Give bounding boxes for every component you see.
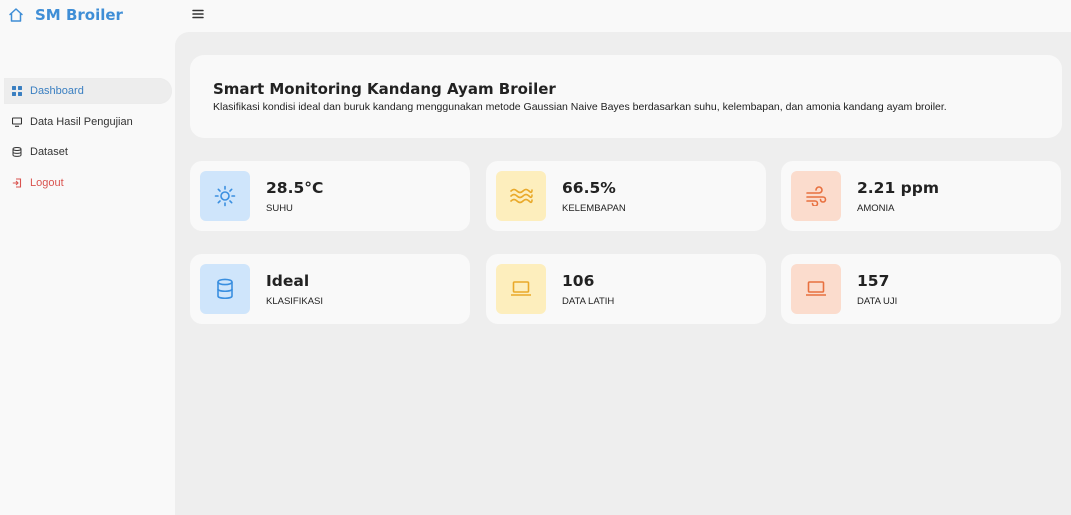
hamburger-icon[interactable] [191, 7, 205, 21]
sun-icon [214, 185, 236, 207]
stat-label: SUHU [266, 203, 293, 214]
stat-card-klasifikasi: Ideal KLASIFIKASI [190, 254, 470, 324]
stat-label: KLASIFIKASI [266, 296, 324, 307]
icon-box [496, 171, 546, 221]
stat-value: 2.21 ppm [857, 179, 939, 197]
icon-box [791, 171, 841, 221]
stat-card-kelembapan: 66.5% KELEMBAPAN [486, 161, 766, 231]
database-icon [217, 278, 233, 300]
stat-card-data-latih: 106 DATA LATIH [486, 254, 766, 324]
sidebar-item-dashboard[interactable]: Dashboard [4, 78, 172, 104]
stat-value: 28.5°C [266, 179, 324, 197]
page-subtitle: Klasifikasi kondisi ideal dan buruk kand… [213, 101, 947, 113]
sidebar: Dashboard Data Hasil Pengujian Dataset L… [0, 32, 175, 515]
sidebar-item-data-hasil-pengujian[interactable]: Data Hasil Pengujian [4, 109, 172, 135]
main-content: Smart Monitoring Kandang Ayam Broiler Kl… [175, 32, 1071, 515]
stat-label: DATA LATIH [562, 296, 615, 307]
stat-value: 106 [562, 272, 595, 290]
wind-icon [806, 186, 827, 206]
stat-label: KELEMBAPAN [562, 203, 626, 214]
sidebar-item-dataset[interactable]: Dataset [4, 139, 172, 165]
stat-label: DATA UJI [857, 296, 898, 307]
icon-box [200, 264, 250, 314]
stat-value: 66.5% [562, 179, 616, 197]
sidebar-item-label: Dataset [30, 146, 68, 158]
stat-card-suhu: 28.5°C SUHU [190, 161, 470, 231]
brand-name: SM Broiler [35, 6, 123, 24]
home-icon [9, 8, 23, 22]
page-title: Smart Monitoring Kandang Ayam Broiler [213, 80, 556, 98]
sidebar-item-label: Data Hasil Pengujian [30, 116, 133, 128]
icon-box [200, 171, 250, 221]
stat-value: 157 [857, 272, 890, 290]
stat-card-amonia: 2.21 ppm AMONIA [781, 161, 1061, 231]
stat-label: AMONIA [857, 203, 895, 214]
laptop-icon [511, 281, 531, 296]
water-icon [510, 188, 533, 204]
icon-box [791, 264, 841, 314]
laptop-icon [806, 281, 826, 296]
icon-box [496, 264, 546, 314]
database-icon [12, 147, 22, 157]
stat-value: Ideal [266, 272, 310, 290]
stat-card-data-uji: 157 DATA UJI [781, 254, 1061, 324]
topbar: SM Broiler [0, 0, 1071, 32]
sidebar-item-label: Logout [30, 177, 64, 189]
logout-icon [12, 178, 22, 188]
sidebar-item-label: Dashboard [30, 85, 84, 97]
sidebar-item-logout[interactable]: Logout [4, 170, 172, 196]
monitor-icon [12, 117, 22, 127]
hero-card: Smart Monitoring Kandang Ayam Broiler Kl… [190, 55, 1062, 138]
grid-icon [12, 86, 22, 96]
brand-link[interactable]: SM Broiler [8, 4, 123, 26]
